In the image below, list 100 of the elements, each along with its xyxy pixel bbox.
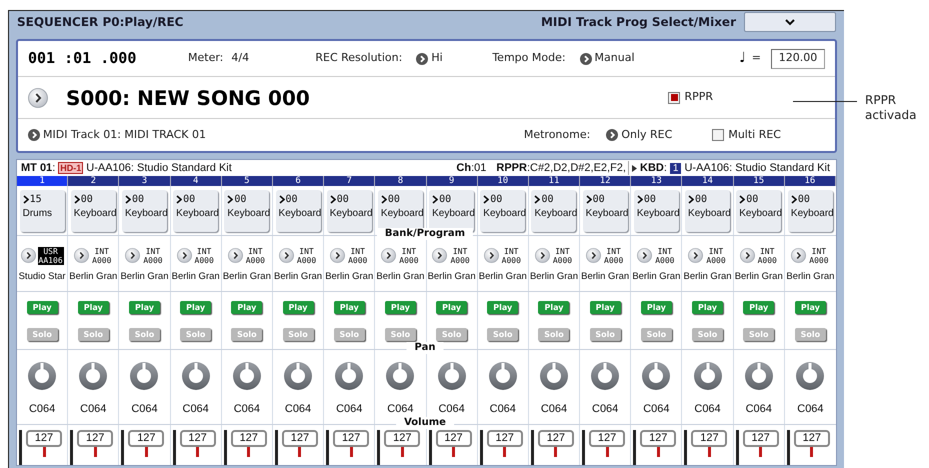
track-number-tab[interactable]: 10 (478, 176, 529, 186)
play-button[interactable]: Play (743, 300, 774, 314)
track-number-tab[interactable]: 3 (119, 176, 171, 186)
play-button[interactable]: Play (180, 300, 212, 314)
volume-value[interactable]: 127 (794, 430, 830, 447)
pan-knob[interactable] (692, 360, 723, 391)
select-button[interactable] (176, 248, 192, 264)
select-button[interactable] (381, 248, 396, 264)
volume-value[interactable]: 127 (486, 430, 523, 447)
volume-value[interactable]: 127 (333, 430, 370, 447)
track-number-tab[interactable]: 13 (631, 176, 682, 186)
metronome-value[interactable]: Only REC (621, 126, 672, 144)
category-button[interactable]: 00 Keyboard (173, 190, 218, 232)
play-button[interactable]: Play (538, 300, 570, 314)
track-number-tab[interactable]: 6 (272, 176, 324, 186)
category-button[interactable]: 00 Keyboard (480, 190, 526, 232)
pan-knob[interactable] (129, 360, 160, 391)
track-number-tab[interactable]: 8 (375, 176, 426, 186)
pan-knob[interactable] (334, 360, 364, 391)
select-button[interactable] (228, 248, 243, 264)
play-button[interactable]: Play (231, 300, 262, 314)
select-button[interactable] (20, 248, 36, 264)
checkbox[interactable] (668, 92, 680, 104)
track-number-tab[interactable]: 14 (682, 176, 734, 186)
track-number-tab[interactable]: 2 (68, 176, 120, 186)
play-button[interactable]: Play (590, 300, 621, 314)
select-button[interactable] (432, 248, 448, 264)
select-button[interactable] (534, 248, 550, 264)
volume-value[interactable]: 127 (742, 430, 779, 447)
play-button[interactable]: Play (282, 300, 314, 314)
midi-track-value[interactable]: MIDI Track 01: MIDI TRACK 01 (43, 126, 206, 144)
volume-value[interactable]: 127 (77, 430, 114, 447)
volume-value[interactable]: 127 (282, 430, 318, 447)
rec-resolution-value[interactable]: Hi (431, 50, 443, 67)
pan-knob[interactable] (180, 360, 211, 391)
volume-value[interactable]: 127 (589, 430, 626, 447)
checkbox[interactable] (712, 129, 724, 141)
select-button[interactable] (28, 88, 48, 108)
volume-value[interactable]: 127 (384, 430, 420, 447)
select-button[interactable] (637, 248, 652, 264)
volume-value[interactable]: 127 (640, 430, 676, 447)
pan-knob[interactable] (385, 360, 416, 391)
tempo-mode-value[interactable]: Manual (594, 50, 635, 67)
select-button[interactable] (74, 248, 90, 264)
volume-value[interactable]: 127 (128, 430, 164, 447)
category-button[interactable]: 00 Keyboard (736, 190, 782, 232)
pan-knob[interactable] (744, 360, 774, 391)
track-number-tab[interactable]: 1 (17, 176, 68, 186)
track-number-tab[interactable]: 9 (426, 176, 478, 186)
pan-knob[interactable] (590, 360, 620, 391)
pan-knob[interactable] (283, 360, 314, 391)
category-button[interactable]: 00 Keyboard (122, 190, 167, 232)
volume-value[interactable]: 127 (180, 430, 216, 447)
select-button[interactable] (688, 248, 704, 264)
select-button[interactable] (791, 248, 806, 264)
select-button[interactable] (125, 248, 140, 264)
track-number-tab[interactable]: 4 (170, 176, 222, 186)
play-button[interactable]: Play (794, 300, 826, 314)
select-button[interactable] (330, 248, 346, 264)
category-button[interactable]: 00 Keyboard (685, 190, 730, 232)
volume-value[interactable]: 127 (436, 430, 472, 447)
play-button[interactable]: Play (640, 300, 672, 314)
category-button[interactable]: 00 Keyboard (276, 190, 321, 232)
volume-value[interactable]: 127 (538, 430, 574, 447)
play-button[interactable]: Play (487, 300, 518, 314)
track-number-tab[interactable]: 15 (734, 176, 785, 186)
play-button[interactable]: Play (334, 300, 365, 314)
play-button[interactable]: Play (26, 300, 58, 314)
play-button[interactable]: Play (436, 300, 468, 314)
pan-knob[interactable] (78, 360, 108, 391)
tempo-field[interactable]: 120.00 (771, 48, 825, 68)
category-button[interactable]: 00 Keyboard (531, 190, 576, 232)
volume-value[interactable]: 127 (26, 430, 62, 447)
select-button[interactable] (484, 248, 499, 264)
pan-knob[interactable] (436, 360, 467, 391)
pan-knob[interactable] (641, 360, 672, 391)
pan-knob[interactable] (795, 360, 826, 391)
category-button[interactable]: 00 Keyboard (634, 190, 679, 232)
select-button[interactable] (740, 248, 755, 264)
select-button[interactable] (278, 248, 294, 264)
category-button[interactable]: 00 Keyboard (326, 190, 372, 232)
track-number-tab[interactable]: 5 (222, 176, 273, 186)
pan-knob[interactable] (488, 360, 518, 391)
volume-value[interactable]: 127 (230, 430, 267, 447)
volume-value[interactable]: 127 (691, 430, 728, 447)
track-number-tab[interactable]: 12 (580, 176, 632, 186)
play-button[interactable]: Play (384, 300, 416, 314)
pan-knob[interactable] (232, 360, 262, 391)
pan-knob[interactable] (27, 360, 58, 391)
track-number-tab[interactable]: 11 (528, 176, 580, 186)
select-button[interactable] (586, 248, 602, 264)
pan-knob[interactable] (538, 360, 569, 391)
play-button[interactable]: Play (692, 300, 724, 314)
play-button[interactable]: Play (78, 300, 109, 314)
category-button[interactable]: 00 Keyboard (788, 190, 833, 232)
play-button[interactable]: Play (128, 300, 160, 314)
page-menu-button[interactable] (744, 12, 836, 32)
track-number-tab[interactable]: 16 (784, 176, 836, 186)
track-number-tab[interactable]: 7 (324, 176, 376, 186)
category-button[interactable]: 15 Drums (20, 190, 65, 232)
